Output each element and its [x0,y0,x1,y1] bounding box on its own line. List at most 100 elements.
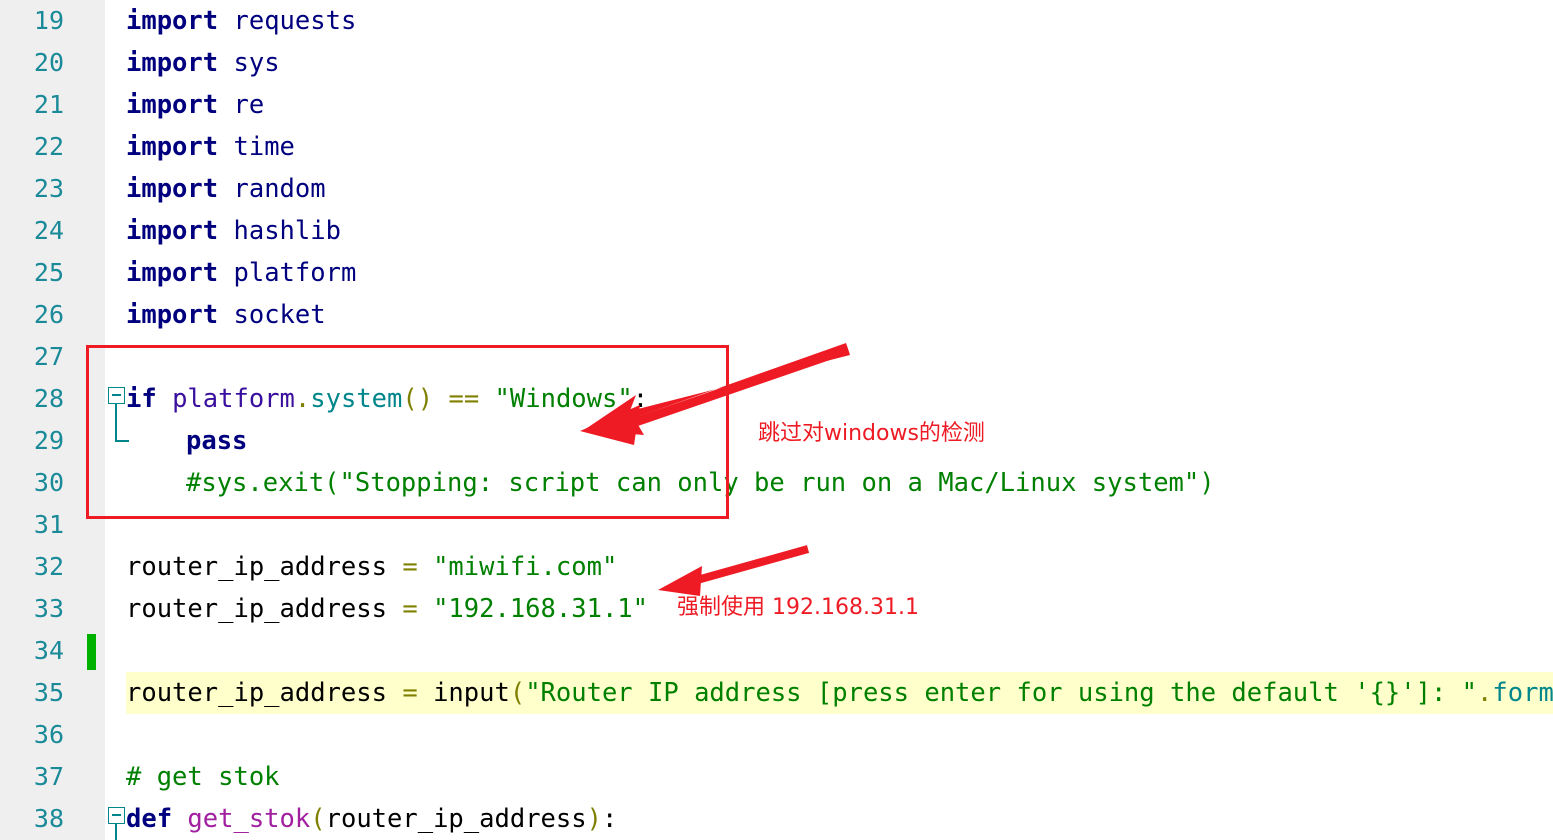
line-content-highlighted[interactable]: router_ip_address = input("Router IP add… [126,672,1553,714]
code-row[interactable]: 36 [0,714,1553,756]
line-number: 29 [33,426,64,455]
line-number: 30 [33,468,64,497]
token-keyword: import [126,258,219,288]
token-operator: = [387,594,434,624]
line-content[interactable]: import sys [126,42,280,84]
line-number: 19 [33,6,64,35]
code-row[interactable]: 32 router_ip_address = "miwifi.com" [0,546,1553,588]
token-variable: router_ip_address [126,594,387,624]
token-string: "192.168.31.1" [433,594,648,624]
line-number: 24 [33,216,64,245]
token-method: form [1492,678,1553,708]
token-keyword: if [126,384,157,414]
token-variable: router_ip_address [126,678,387,708]
code-row[interactable]: 19 import requests [0,0,1553,42]
line-number: 35 [33,678,64,707]
token-keyword: def [126,804,173,834]
token-parameter: router_ip_address [325,804,587,834]
token-rparen: ) [586,804,602,834]
line-number: 21 [33,90,64,119]
line-content[interactable]: import random [126,168,326,210]
line-number: 36 [33,720,64,749]
code-row[interactable]: 25 import platform [0,252,1553,294]
token-string: "miwifi.com" [433,552,618,582]
code-row[interactable]: 23 import random [0,168,1553,210]
token-module: re [233,90,265,120]
token-dot: . [294,384,311,414]
code-row[interactable]: 22 import time [0,126,1553,168]
annotation-label-skip-windows-check: 跳过对windows的检测 [758,421,985,446]
line-number: 34 [33,636,64,665]
line-number: 38 [33,804,64,833]
line-content[interactable]: pass [186,420,247,462]
line-content[interactable]: # get stok [126,756,280,798]
line-content[interactable]: import time [126,126,295,168]
fold-toggle-icon-line-38[interactable] [108,807,125,824]
code-row[interactable]: 34 [0,630,1553,672]
token-function: input [433,678,510,708]
token-comment: #sys.exit("Stopping: script can only be … [186,468,1215,498]
fold-toggle-icon-line-28[interactable] [108,387,125,404]
line-content[interactable]: def get_stok(router_ip_address): [126,798,617,840]
line-content[interactable]: import requests [126,0,356,42]
change-marker-line-34 [87,634,96,670]
token-method: system [310,384,403,414]
line-number: 37 [33,762,64,791]
token-module: time [233,132,295,162]
code-row[interactable]: 31 [0,504,1553,546]
fold-guide-foot-line-28 [115,440,129,442]
token-keyword: import [126,90,219,120]
line-content[interactable]: if platform.system() == "Windows": [126,378,648,420]
code-row[interactable]: 28 if platform.system() == "Windows": [0,378,1553,420]
token-parens: () [402,384,434,414]
token-keyword: import [126,6,219,36]
token-module: platform [233,258,357,288]
line-number: 23 [33,174,64,203]
line-content[interactable]: import platform [126,252,356,294]
line-content[interactable]: import re [126,84,264,126]
token-module: socket [233,300,326,330]
line-number: 33 [33,594,64,623]
code-row[interactable]: 21 import re [0,84,1553,126]
token-object: platform [172,384,295,414]
token-comment: # get stok [126,762,280,792]
token-operator: = [387,678,434,708]
code-row[interactable]: 26 import socket [0,294,1553,336]
line-content[interactable]: router_ip_address = "192.168.31.1" [126,588,648,630]
code-row[interactable]: 20 import sys [0,42,1553,84]
code-row[interactable]: 37 # get stok [0,756,1553,798]
token-keyword: pass [186,426,248,456]
token-colon: : [632,384,649,414]
token-colon: : [601,804,618,834]
code-row[interactable]: 30 #sys.exit("Stopping: script can only … [0,462,1553,504]
token-dot: . [1477,678,1493,708]
code-row[interactable]: 24 import hashlib [0,210,1553,252]
fold-guide-line-28 [115,404,117,442]
line-number: 28 [33,384,64,413]
line-content[interactable]: import socket [126,294,326,336]
token-function-name: get_stok [187,804,311,834]
token-string: "Router IP address [press enter for usin… [525,678,1478,708]
token-module: hashlib [233,216,341,246]
token-module: requests [233,6,357,36]
line-number: 25 [33,258,64,287]
token-module: random [233,174,326,204]
code-row[interactable]: 35 router_ip_address = input("Router IP … [0,672,1553,714]
token-variable: router_ip_address [126,552,387,582]
code-editor[interactable]: 19 import requests 20 import sys 21 impo… [0,0,1553,840]
code-row[interactable]: 38 def get_stok(router_ip_address): [0,798,1553,840]
line-content[interactable]: #sys.exit("Stopping: script can only be … [186,462,1215,504]
line-content[interactable]: router_ip_address = "miwifi.com" [126,546,617,588]
token-keyword: import [126,132,219,162]
token-operator: == [433,384,495,414]
line-number: 22 [33,132,64,161]
line-number: 20 [33,48,64,77]
token-lparen: ( [310,804,326,834]
token-string: "Windows" [494,384,633,414]
token-keyword: import [126,48,219,78]
token-operator: = [387,552,434,582]
code-row[interactable]: 27 [0,336,1553,378]
token-lparen: ( [509,678,526,708]
line-content[interactable]: import hashlib [126,210,341,252]
line-number: 32 [33,552,64,581]
